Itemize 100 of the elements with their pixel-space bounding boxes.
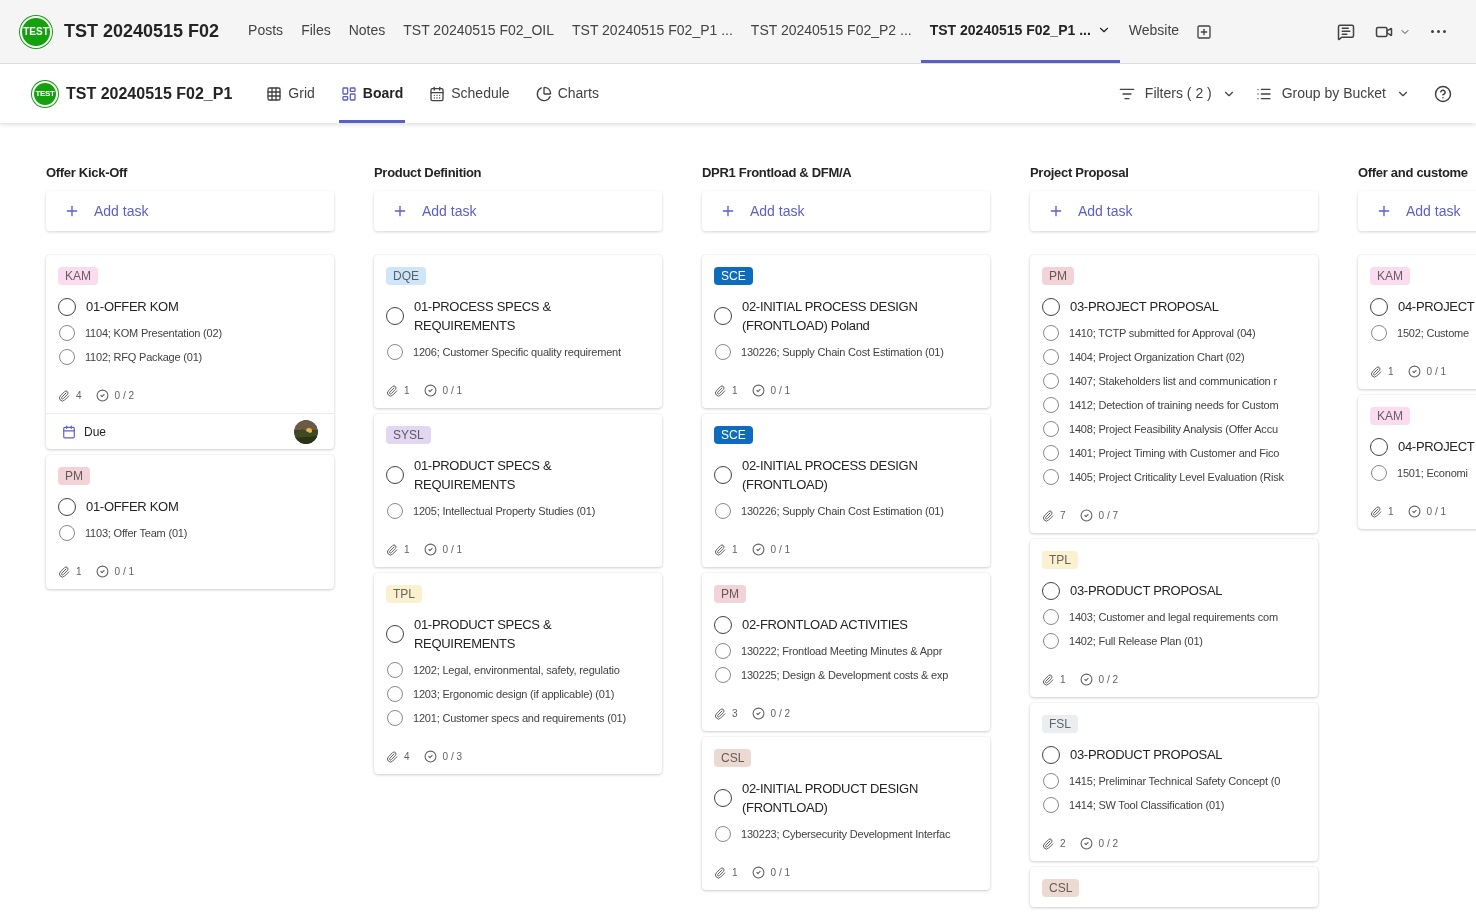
label-tag: SCE — [714, 426, 753, 444]
attachment-icon — [714, 543, 726, 556]
channel-tab[interactable]: TST 20240515 F02_P1 ... — [563, 0, 742, 63]
task-title: 02-INITIAL PRODUCT DESIGN (FRONTLOAD) — [742, 780, 919, 817]
calendar-icon — [62, 424, 76, 439]
label-tag: PM — [58, 467, 90, 485]
checklist-count: 0 / 2 — [1098, 673, 1119, 687]
checklist-count: 0 / 1 — [1426, 505, 1447, 519]
group-by-button[interactable]: Group by Bucket — [1255, 83, 1410, 104]
task-title: 02-INITIAL PROCESS DESIGN (FRONTLOAD) — [742, 457, 919, 494]
more-button[interactable] — [1431, 30, 1446, 33]
more-icon — [1431, 30, 1446, 33]
subtask-text: 1401; Project Timing with Customer and Fico — [1069, 446, 1280, 461]
view-tab[interactable]: Schedule — [427, 64, 512, 123]
plus-icon — [1376, 203, 1392, 219]
label-tag: TPL — [1042, 551, 1078, 569]
task-card[interactable]: SCE 02-INITIAL PROCESS DESIGN (FRONTLOAD) 130226; Supply Chain Cost Estimation (01) 1 0 / 1 — [702, 414, 990, 567]
due-date[interactable]: Due — [84, 422, 106, 441]
task-title: 03-PROJECT PROPOSAL — [1070, 298, 1219, 316]
task-title: 02-FRONTLOAD ACTIVITIES — [742, 616, 908, 634]
view-tab[interactable]: Board — [338, 64, 406, 123]
channel-tab[interactable]: TST 20240515 F02_OIL — [394, 0, 563, 63]
task-title: 02-INITIAL PROCESS DESIGN (FRONTLOAD) Poland — [742, 298, 919, 335]
help-icon — [1434, 84, 1452, 103]
checklist-icon — [751, 707, 765, 720]
task-card[interactable]: TPL 03-PRODUCT PROPOSAL 1403; Customer and legal requirements com 1402; Full Release Plan (01) 1 0 / 2 — [1030, 539, 1318, 697]
attachment-count: 1 — [732, 543, 738, 557]
task-card[interactable]: DQE 01-PROCESS SPECS & REQUIREMENTS 1206; Customer Specific quality requirement 1 0 / 1 — [374, 255, 662, 408]
task-card[interactable]: KAM 01-OFFER KOM 1104; KOM Presentation (02) 1102; RFQ Package (01) 4 0 / 2 Due — [46, 255, 334, 449]
label-tag: SYSL — [386, 426, 431, 444]
attachment-icon — [58, 389, 70, 402]
task-card[interactable]: SYSL 01-PRODUCT SPECS & REQUIREMENTS 1205; Intellectual Property Studies (01) 1 0 / 1 — [374, 414, 662, 567]
filters-button[interactable]: Filters ( 2 ) — [1118, 83, 1236, 104]
plus-icon — [392, 203, 408, 219]
channel-tab[interactable]: Files — [292, 0, 340, 63]
attachment-count: 7 — [1060, 509, 1066, 523]
task-card[interactable]: PM 01-OFFER KOM 1103; Offer Team (01) 1 0 / 1 — [46, 455, 334, 589]
checklist-icon — [423, 384, 437, 397]
checklist-icon — [423, 543, 437, 556]
task-card[interactable]: TPL 01-PRODUCT SPECS & REQUIREMENTS 1202; Legal, environmental, safety, regulatio 1203; Ergonomic design (if applicable) (01) 1201; Customer specs and requirements (01) 4 0 / 3 — [374, 573, 662, 774]
label-tag: PM — [1042, 267, 1074, 285]
checklist-icon — [1079, 509, 1093, 522]
bucket-title: Offer and custome — [1358, 164, 1469, 182]
task-card[interactable] — [1030, 255, 1318, 533]
checklist-count: 0 / 2 — [1098, 837, 1119, 851]
task-title: 01-OFFER KOM — [86, 498, 179, 516]
add-task-button[interactable]: Add task — [702, 191, 990, 231]
subtask-text: 1501; Economi — [1397, 466, 1468, 481]
subtask-text: 130223; Cybersecurity Development Interfac — [741, 827, 951, 842]
task-card[interactable]: FSL 03-PRODUCT PROPOSAL 1415; Preliminar Technical Safety Concept (0 1414; SW Tool Classification (01) 2 0 / 2 — [1030, 703, 1318, 861]
subtask-text: 1102; RFQ Package (01) — [85, 350, 203, 365]
task-card[interactable]: KAM 04-PROJECT 1502; Custome 1 0 / 1 — [1358, 255, 1476, 389]
channel-tab[interactable]: Notes — [339, 0, 395, 63]
subtask-text: 1404; Project Organization Chart (02) — [1069, 350, 1245, 365]
subtask-text: 1104; KOM Presentation (02) — [85, 326, 222, 341]
task-card[interactable]: SCE 02-INITIAL PROCESS DESIGN (FRONTLOAD) Poland 130226; Supply Chain Cost Estimation (01) 1 0 / 1 — [702, 255, 990, 408]
add-task-button[interactable]: Add task — [1030, 191, 1318, 231]
add-task-button[interactable]: Add task — [374, 191, 662, 231]
checklist-count: 0 / 2 — [114, 389, 135, 403]
chat-button[interactable] — [1337, 22, 1355, 41]
help-button[interactable] — [1434, 84, 1452, 103]
channel-tab[interactable]: Posts — [239, 0, 293, 63]
calendar-icon — [429, 85, 446, 102]
checklist-icon — [95, 565, 109, 578]
checklist-count: 0 / 1 — [770, 866, 791, 880]
checklist-count: 0 / 2 — [770, 707, 791, 721]
view-tab[interactable]: Charts — [533, 64, 601, 123]
checklist-count: 0 / 1 — [442, 384, 463, 398]
attachment-icon — [386, 384, 398, 397]
task-card[interactable]: CSL 02-INITIAL PRODUCT DESIGN (FRONTLOAD) 130223; Cybersecurity Development Interfac 1 0 / 1 — [702, 737, 990, 890]
subtask-text: 1203; Ergonomic design (if applicable) (01) — [413, 687, 615, 702]
attachment-icon — [1042, 509, 1054, 522]
task-card[interactable]: KAM 04-PROJECT 1501; Economi 1 0 / 1 — [1358, 395, 1476, 529]
task-title: 01-PROCESS SPECS & REQUIREMENTS — [414, 298, 552, 335]
subtask-text: 1408; Project Feasibility Analysis (Offer Accu — [1069, 422, 1278, 437]
label-tag: SCE — [714, 267, 753, 285]
subtask-text: 1407; Stakeholders list and communication r — [1069, 374, 1277, 389]
task-title: 01-PRODUCT SPECS & REQUIREMENTS — [414, 457, 553, 494]
board-icon — [340, 85, 357, 102]
checklist-icon — [751, 866, 765, 879]
pie-chart-icon — [535, 85, 552, 102]
channel-tab[interactable]: Website — [1119, 0, 1189, 63]
add-icon — [1196, 23, 1213, 40]
channel-tab[interactable]: TST 20240515 F02_P2 ... — [741, 0, 921, 63]
subtask-text: 130226; Supply Chain Cost Estimation (01) — [741, 504, 944, 519]
plus-icon — [1048, 203, 1064, 219]
task-card[interactable]: PM 02-FRONTLOAD ACTIVITIES 130222; Frontload Meeting Minutes & Appr 130225; Design & Development costs & exp 3 0 / 2 — [702, 573, 990, 731]
task-card[interactable]: CSL — [1030, 867, 1318, 907]
attachment-icon — [714, 866, 726, 879]
checklist-icon — [751, 543, 765, 556]
view-tab[interactable]: Grid — [264, 64, 317, 123]
task-title: 01-PRODUCT SPECS & REQUIREMENTS — [414, 616, 553, 653]
checklist-icon — [1079, 673, 1093, 686]
attachment-icon — [714, 707, 726, 720]
attachment-icon — [1042, 837, 1054, 850]
bucket-title: Project Proposal — [1030, 164, 1130, 182]
attachment-count: 1 — [732, 384, 738, 398]
add-task-button[interactable]: Add task — [1358, 191, 1476, 231]
add-task-button[interactable]: Add task — [46, 191, 334, 231]
label-tag: CSL — [714, 749, 752, 767]
